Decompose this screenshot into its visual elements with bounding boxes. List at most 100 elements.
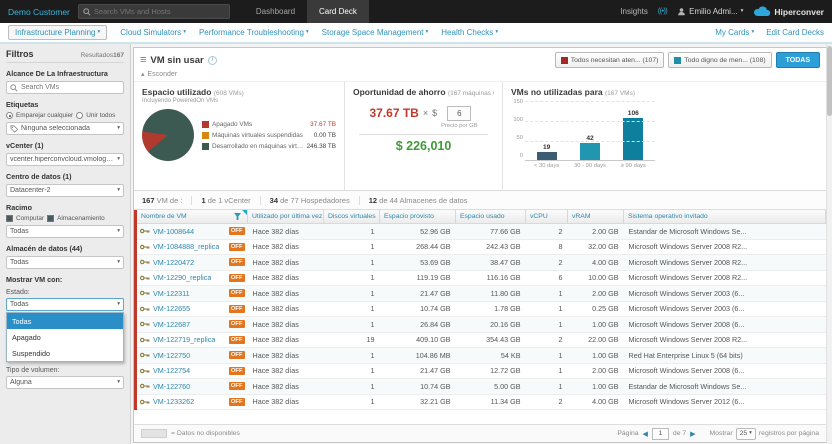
currency-sign: $ <box>432 108 437 118</box>
insights-link[interactable]: Insights <box>620 7 648 16</box>
info-icon[interactable]: i <box>208 56 217 65</box>
page-size-group: Mostrar 25 ▾ registros por página <box>710 428 819 440</box>
scrollbar-thumb[interactable] <box>827 46 832 116</box>
customer-name[interactable]: Demo Customer <box>8 7 70 17</box>
checkbox-compute[interactable] <box>6 215 13 222</box>
column-header-vram[interactable]: vRAM <box>568 210 624 224</box>
table-row[interactable]: VM-122760 OFF Hace 382 días 1 10.74 GB 5… <box>136 379 826 395</box>
table-row[interactable]: VM-122719_replica OFF Hace 382 días 19 4… <box>136 332 826 348</box>
datacenter-select[interactable]: Datacenter-2 ▾ <box>6 184 124 197</box>
vm-name-link[interactable]: VM-122750 <box>153 351 190 360</box>
column-header-disks[interactable]: Discos virtuales <box>324 210 380 224</box>
column-header-vcpu[interactable]: vCPU <box>526 210 568 224</box>
edit-card-decks-link[interactable]: Edit Card Decks <box>766 28 824 37</box>
my-cards-menu[interactable]: My Cards▾ <box>715 28 754 37</box>
user-menu[interactable]: Emilio Admi... ▾ <box>677 7 743 16</box>
checkbox-storage[interactable] <box>47 215 54 222</box>
volume-type-select[interactable]: Alguna ▾ <box>6 376 124 389</box>
tab-card-deck[interactable]: Card Deck <box>307 0 369 23</box>
needs-attention-swatch <box>561 57 568 64</box>
unused-vms-count: (167 VMs) <box>605 90 635 97</box>
table-row[interactable]: VM-122754 OFF Hace 382 días 1 21.47 GB 1… <box>136 363 826 379</box>
prev-page-button[interactable]: ◀ <box>643 430 648 438</box>
column-header-name[interactable]: Nombre de VM <box>136 210 248 224</box>
vm-name-link[interactable]: VM-1220472 <box>153 258 194 267</box>
radio-match-any[interactable] <box>6 112 13 119</box>
used-cell: 5.00 GB <box>456 379 526 395</box>
vm-name-link[interactable]: VM-122719_replica <box>153 335 215 344</box>
nav-infrastructure-planning[interactable]: Infrastructure Planning▾ <box>8 25 107 40</box>
vram-cell: 0.25 GB <box>568 301 624 317</box>
table-row[interactable]: VM-1220472 OFF Hace 382 días 1 53.69 GB … <box>136 255 826 271</box>
page-total: de 7 <box>673 430 686 437</box>
table-row[interactable]: VM-122655 OFF Hace 382 días 1 10.74 GB 1… <box>136 301 826 317</box>
table-row[interactable]: VM-1233262 OFF Hace 382 días 1 32.21 GB … <box>136 394 826 410</box>
used-cell: 11.34 GB <box>456 394 526 410</box>
next-page-button[interactable]: ▶ <box>690 430 695 438</box>
signal-icon[interactable]: ((•)) <box>658 8 667 15</box>
datastore-select[interactable]: Todas ▾ <box>6 256 124 269</box>
nav-storage-space-management[interactable]: Storage Space Management▾ <box>322 28 429 37</box>
needs-attention-toggle[interactable]: Todos necesitan aten... (107) <box>555 52 665 68</box>
state-select[interactable]: Todas ▾ <box>6 298 124 311</box>
chevron-down-icon: ▾ <box>495 30 498 36</box>
global-search-input[interactable] <box>94 7 225 16</box>
filter-funnel-icon[interactable] <box>234 213 241 220</box>
vram-cell: 10.00 GB <box>568 270 624 286</box>
power-off-badge: OFF <box>229 382 245 390</box>
vm-search-input[interactable] <box>21 84 120 91</box>
vm-name-link[interactable]: VM-12290_replica <box>153 273 211 282</box>
table-row[interactable]: VM-122750 OFF Hace 382 días 1 104.86 MB … <box>136 348 826 364</box>
vertical-scrollbar[interactable] <box>826 44 832 444</box>
table-row[interactable]: VM-122311 OFF Hace 382 días 1 21.47 GB 1… <box>136 286 826 302</box>
column-header-last-used[interactable]: Utilizado por última vez <box>248 210 324 224</box>
nav-health-checks[interactable]: Health Checks▾ <box>441 28 498 37</box>
tab-dashboard[interactable]: Dashboard <box>244 0 307 23</box>
collapse-toggle[interactable]: ▴ Esconder <box>134 70 826 81</box>
vm-search-box[interactable] <box>6 81 124 94</box>
page-size-select[interactable]: 25 ▾ <box>736 428 756 440</box>
vm-name-link[interactable]: VM-122311 <box>153 289 190 298</box>
state-option-todas[interactable]: Todas <box>7 313 123 329</box>
nav-cloud-simulators[interactable]: Cloud Simulators▾ <box>120 28 186 37</box>
column-header-used[interactable]: Espacio usado <box>456 210 526 224</box>
vcpu-cell: 1 <box>526 348 568 364</box>
todas-button[interactable]: TODAS <box>776 52 820 68</box>
state-option-suspendido[interactable]: Suspendido <box>7 345 123 361</box>
os-cell: Microsoft Windows Server 2008 R2... <box>624 239 826 255</box>
disks-cell: 1 <box>324 379 380 395</box>
noteworthy-toggle[interactable]: Todo digno de men... (108) <box>668 52 771 68</box>
radio-join-all[interactable] <box>76 112 83 119</box>
table-row[interactable]: VM-122687 OFF Hace 382 días 1 26.84 GB 2… <box>136 317 826 333</box>
state-option-apagado[interactable]: Apagado <box>7 329 123 345</box>
vm-name-link[interactable]: VM-1084888_replica <box>153 242 219 251</box>
key-icon <box>140 259 150 265</box>
vm-name-link[interactable]: VM-122655 <box>153 304 190 313</box>
page-number-input[interactable] <box>652 428 669 440</box>
nav-performance-troubleshooting[interactable]: Performance Troubleshooting▾ <box>199 28 309 37</box>
price-per-gb-input[interactable] <box>447 106 471 121</box>
vcenter-select[interactable]: vcenter.hiperconvcloud.vmologos.com ▾ <box>6 153 124 166</box>
vm-name-link[interactable]: VM-1233262 <box>153 397 194 406</box>
results-count: Resultados167 <box>81 52 124 59</box>
vcpu-cell: 1 <box>526 317 568 333</box>
table-row[interactable]: VM-1084888_replica OFF Hace 382 días 1 2… <box>136 239 826 255</box>
search-icon <box>10 84 18 92</box>
table-row[interactable]: VM-1008644 OFF Hace 382 días 1 52.96 GB … <box>136 224 826 240</box>
global-search-box[interactable] <box>78 4 230 19</box>
vram-cell: 4.00 GB <box>568 394 624 410</box>
column-header-provisioned[interactable]: Espacio provisto <box>380 210 456 224</box>
tag-icon <box>10 125 18 133</box>
os-cell: Microsoft Windows Server 2003 (6... <box>624 301 826 317</box>
table-footer: = Datos no disponibles Página ◀ de 7 ▶ M… <box>134 424 826 442</box>
vm-name-link[interactable]: VM-122760 <box>153 382 190 391</box>
vm-name-link[interactable]: VM-122754 <box>153 366 190 375</box>
used-cell: 77.66 GB <box>456 224 526 240</box>
cluster-select[interactable]: Todas ▾ <box>6 225 124 238</box>
tags-select[interactable]: Ninguna seleccionada ▾ <box>6 122 124 135</box>
vm-name-link[interactable]: VM-122687 <box>153 320 190 329</box>
column-header-os[interactable]: Sistema operativo invitado <box>624 210 826 224</box>
vm-name-link[interactable]: VM-1008644 <box>153 227 194 236</box>
menu-icon[interactable]: ≡ <box>140 55 146 66</box>
table-row[interactable]: VM-12290_replica OFF Hace 382 días 1 119… <box>136 270 826 286</box>
